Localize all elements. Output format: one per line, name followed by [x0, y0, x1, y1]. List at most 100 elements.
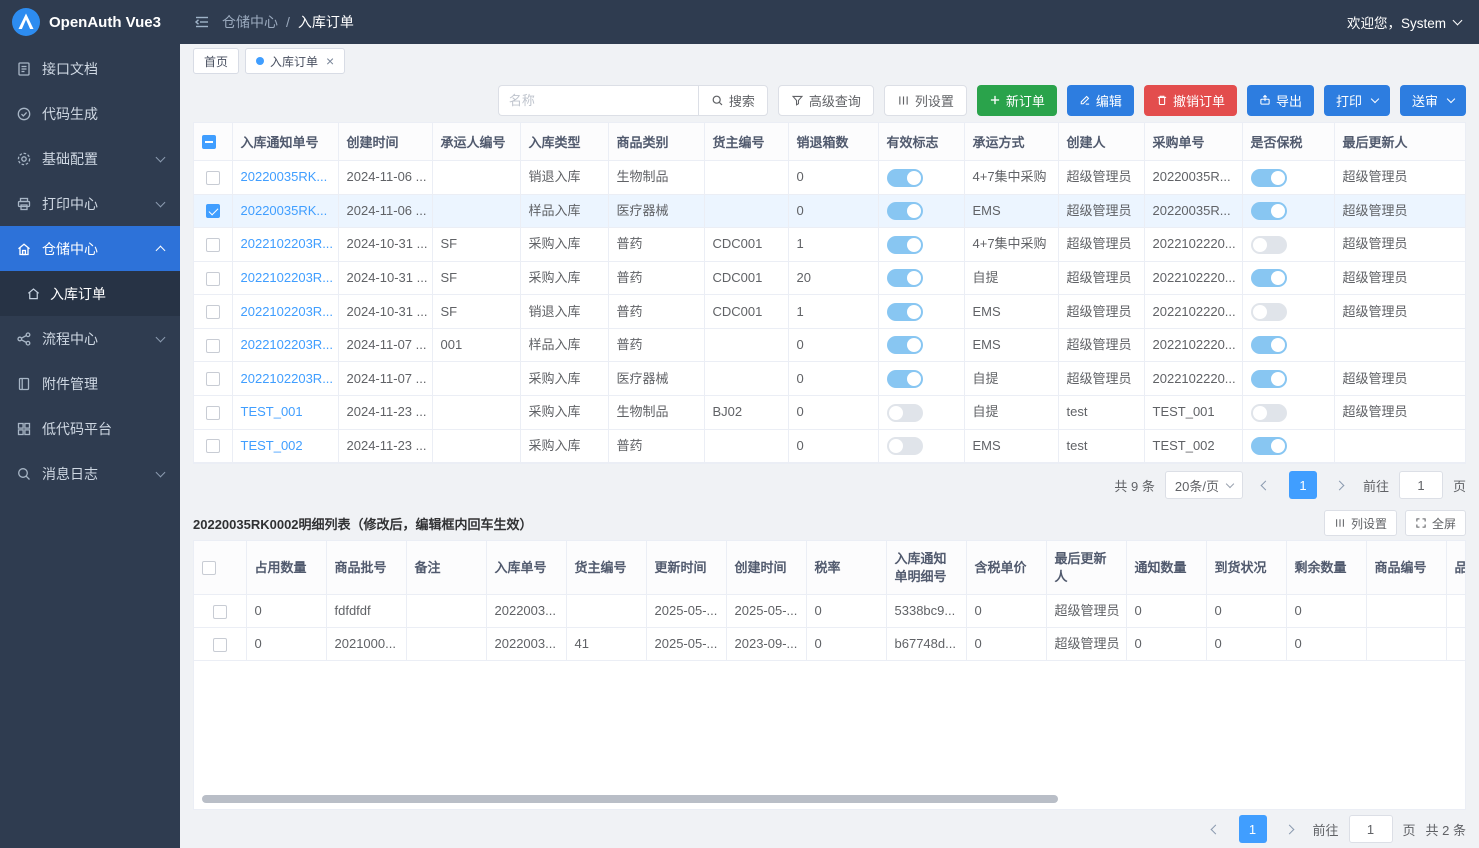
bonded-toggle[interactable]: [1251, 404, 1287, 422]
detail-title: 20220035RK0002明细列表（修改后，编辑框内回车生效）: [193, 514, 533, 533]
detail-column-settings-button[interactable]: 列设置: [1324, 510, 1397, 536]
logo-area[interactable]: OpenAuth Vue3: [0, 8, 180, 36]
row-checkbox[interactable]: [206, 272, 220, 286]
detail-row-checkbox[interactable]: [213, 605, 227, 619]
order-number-link[interactable]: 2022102203R...: [241, 270, 334, 285]
sidebar-item-code-gen[interactable]: 代码生成: [0, 91, 180, 136]
detail-header-select-cell: [194, 541, 246, 595]
goto-page-input[interactable]: [1399, 471, 1443, 499]
order-number-link[interactable]: 2022102203R...: [241, 337, 334, 352]
order-number-link[interactable]: TEST_001: [241, 404, 303, 419]
valid-flag-toggle[interactable]: [887, 169, 923, 187]
page-number-button[interactable]: 1: [1289, 471, 1317, 499]
row-checkbox[interactable]: [206, 238, 220, 252]
search-button[interactable]: 搜索: [698, 85, 768, 116]
cancel-order-button[interactable]: 撤销订单: [1144, 85, 1237, 116]
row-checkbox[interactable]: [206, 439, 220, 453]
sidebar-item-base-config[interactable]: 基础配置: [0, 136, 180, 181]
detail-row[interactable]: 02021000...2022003...412025-05-...2023-0…: [194, 628, 1465, 661]
order-row[interactable]: 2022102203R...2024-11-07 ...采购入库医疗器械0自提超…: [194, 362, 1465, 396]
sidebar-item-warehouse-center[interactable]: 仓储中心: [0, 226, 180, 271]
row-checkbox[interactable]: [206, 406, 220, 420]
valid-flag-toggle[interactable]: [887, 202, 923, 220]
fullscreen-button[interactable]: 全屏: [1405, 510, 1466, 536]
valid-flag-toggle[interactable]: [887, 370, 923, 388]
order-row[interactable]: 2022102203R...2024-10-31 ...SF销退入库普药CDC0…: [194, 295, 1465, 329]
row-checkbox[interactable]: [206, 204, 220, 218]
detail-row-checkbox[interactable]: [213, 638, 227, 652]
valid-flag-toggle[interactable]: [887, 236, 923, 254]
print-button[interactable]: 打印: [1324, 85, 1390, 116]
export-button[interactable]: 导出: [1247, 85, 1314, 116]
bonded-toggle[interactable]: [1251, 437, 1287, 455]
valid-flag-toggle[interactable]: [887, 437, 923, 455]
detail-pagination: 1 前往 页 共 2 条: [180, 810, 1479, 848]
sidebar-item-process-center[interactable]: 流程中心: [0, 316, 180, 361]
row-checkbox[interactable]: [206, 171, 220, 185]
tab-inbound-orders[interactable]: 入库订单 ×: [245, 48, 345, 74]
row-checkbox[interactable]: [206, 305, 220, 319]
sidebar-item-label: 接口文档: [42, 59, 98, 79]
valid-flag-toggle[interactable]: [887, 404, 923, 422]
valid-flag-toggle[interactable]: [887, 336, 923, 354]
close-icon[interactable]: ×: [326, 54, 334, 68]
row-checkbox[interactable]: [206, 339, 220, 353]
bonded-toggle[interactable]: [1251, 336, 1287, 354]
breadcrumb-parent[interactable]: 仓储中心: [222, 12, 278, 32]
detail-prev-page-button[interactable]: [1203, 815, 1229, 843]
bonded-toggle[interactable]: [1251, 269, 1287, 287]
sidebar-item-lowcode[interactable]: 低代码平台: [0, 406, 180, 451]
horizontal-scrollbar[interactable]: [202, 795, 1058, 803]
tab-home[interactable]: 首页: [193, 48, 239, 74]
sidebar-item-api-docs[interactable]: 接口文档: [0, 46, 180, 91]
detail-row[interactable]: 0fdfdfdf2022003...2025-05-...2025-05-...…: [194, 595, 1465, 628]
order-number-link[interactable]: 2022102203R...: [241, 371, 334, 386]
column-header: 创建人: [1058, 123, 1144, 161]
order-row[interactable]: TEST_0012024-11-23 ...采购入库生物制品BJ020自提tes…: [194, 395, 1465, 429]
sidebar-item-message-logs[interactable]: 消息日志: [0, 451, 180, 496]
search-input[interactable]: [498, 85, 698, 116]
detail-cell: 0: [815, 636, 822, 651]
order-number-link[interactable]: 2022102203R...: [241, 236, 334, 251]
order-number-link[interactable]: 20220035RK...: [241, 203, 328, 218]
edit-button[interactable]: 编辑: [1067, 85, 1134, 116]
new-order-button[interactable]: 新订单: [977, 85, 1057, 116]
next-page-button[interactable]: [1327, 471, 1353, 499]
cell-return-boxes: 0: [797, 438, 804, 453]
detail-page-number-button[interactable]: 1: [1239, 815, 1267, 843]
order-row[interactable]: 20220035RK...2024-11-06 ...样品入库医疗器械0EMS超…: [194, 194, 1465, 228]
detail-next-page-button[interactable]: [1277, 815, 1303, 843]
order-row[interactable]: TEST_0022024-11-23 ...采购入库普药0EMStestTEST…: [194, 429, 1465, 463]
user-menu[interactable]: 欢迎您，System: [1347, 12, 1479, 32]
orders-table-card: 入库通知单号创建时间承运人编号入库类型商品类别货主编号销退箱数有效标志承运方式创…: [193, 122, 1466, 464]
column-settings-button[interactable]: 列设置: [884, 85, 967, 116]
approve-button[interactable]: 送审: [1400, 85, 1466, 116]
detail-select-all-checkbox[interactable]: [202, 561, 216, 575]
detail-column-header: 占用数量: [246, 541, 326, 595]
bonded-toggle[interactable]: [1251, 303, 1287, 321]
order-row[interactable]: 2022102203R...2024-10-31 ...SF采购入库普药CDC0…: [194, 228, 1465, 262]
order-number-link[interactable]: TEST_002: [241, 438, 303, 453]
bonded-toggle[interactable]: [1251, 169, 1287, 187]
order-number-link[interactable]: 20220035RK...: [241, 169, 328, 184]
row-checkbox[interactable]: [206, 372, 220, 386]
bonded-toggle[interactable]: [1251, 202, 1287, 220]
valid-flag-toggle[interactable]: [887, 269, 923, 287]
detail-goto-page-input[interactable]: [1349, 815, 1393, 843]
select-all-checkbox[interactable]: [202, 135, 216, 149]
order-row[interactable]: 2022102203R...2024-10-31 ...SF采购入库普药CDC0…: [194, 261, 1465, 295]
sidebar-item-print-center[interactable]: 打印中心: [0, 181, 180, 226]
order-number-link[interactable]: 2022102203R...: [241, 304, 334, 319]
advanced-query-button[interactable]: 高级查询: [778, 85, 874, 116]
sidebar-item-attachments[interactable]: 附件管理: [0, 361, 180, 406]
bonded-toggle[interactable]: [1251, 370, 1287, 388]
bonded-toggle[interactable]: [1251, 236, 1287, 254]
prev-page-button[interactable]: [1253, 471, 1279, 499]
collapse-sidebar-icon[interactable]: [194, 14, 210, 30]
valid-flag-toggle[interactable]: [887, 303, 923, 321]
page-size-select[interactable]: 20条/页: [1165, 471, 1243, 499]
cell-carry-mode: EMS: [973, 304, 1001, 319]
order-row[interactable]: 20220035RK...2024-11-06 ...销退入库生物制品04+7集…: [194, 161, 1465, 195]
order-row[interactable]: 2022102203R...2024-11-07 ...001样品入库普药0EM…: [194, 328, 1465, 362]
sidebar-item-inbound-orders[interactable]: 入库订单: [0, 271, 180, 316]
